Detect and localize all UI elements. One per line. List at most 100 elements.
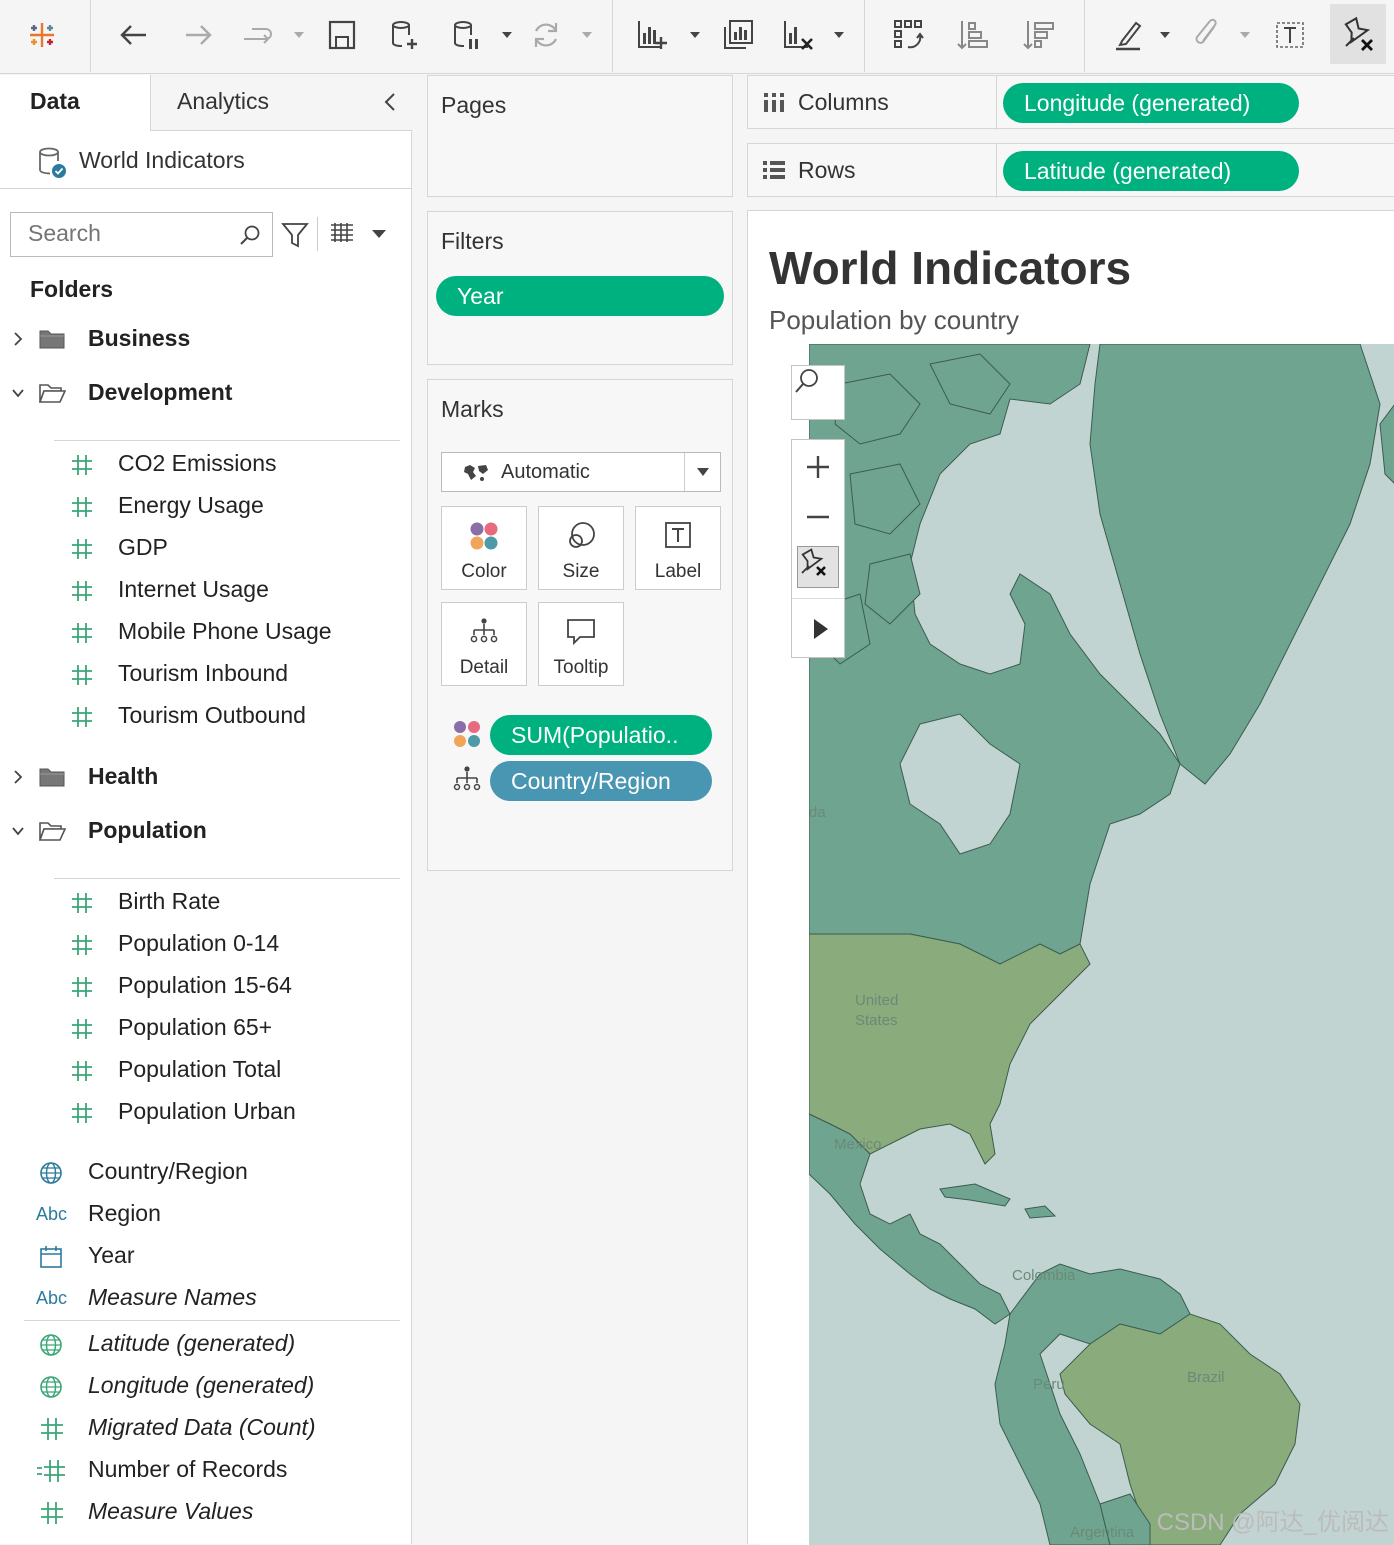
field-label: Birth Rate [118, 888, 221, 914]
field-population-15-64[interactable]: Population 15-64 [0, 966, 412, 1006]
field-birth-rate[interactable]: Birth Rate [0, 882, 412, 922]
abc-icon: Abc [36, 1288, 68, 1308]
field-population-0-14[interactable]: Population 0-14 [0, 924, 412, 964]
field-tourism-inbound[interactable]: Tourism Inbound [0, 654, 412, 694]
abc-icon: Abc [36, 1204, 68, 1224]
chevron-down-icon[interactable] [832, 28, 846, 42]
folder-development[interactable]: Development [0, 373, 412, 413]
search-field[interactable] [10, 212, 273, 257]
field-measure-values[interactable]: Measure Values [0, 1492, 412, 1532]
folder-population[interactable]: Population [0, 811, 412, 851]
worksheet-view: World Indicators Population by country U… [747, 210, 1394, 1545]
refresh-icon[interactable] [524, 10, 568, 60]
marks-label-button[interactable]: Label [635, 506, 721, 590]
redo-icon[interactable] [176, 10, 220, 60]
field-population-total[interactable]: Population Total [0, 1050, 412, 1090]
field-year[interactable]: Year [0, 1236, 412, 1276]
marks-color-button[interactable]: Color [441, 506, 527, 590]
columns-shelf[interactable]: Columns Longitude (generated) [747, 75, 1394, 130]
pages-card[interactable]: Pages [427, 75, 733, 197]
unpin-map-button[interactable] [797, 546, 839, 588]
chevron-down-icon[interactable] [580, 28, 594, 42]
chevron-down-icon[interactable] [500, 28, 514, 42]
search-input[interactable] [11, 213, 221, 253]
marks-field-sum-population[interactable]: SUM(Populatio.. [490, 715, 712, 755]
chevron-down-icon[interactable] [370, 227, 388, 241]
hash-icon [72, 935, 92, 955]
color-icon [454, 721, 480, 747]
pause-datasource-icon[interactable] [444, 10, 488, 60]
field-population-65-plus[interactable]: Population 65+ [0, 1008, 412, 1048]
field-label: Latitude (generated) [88, 1330, 296, 1356]
folder-business[interactable]: Business [0, 319, 412, 359]
field-label: Internet Usage [118, 576, 269, 602]
new-worksheet-icon[interactable] [630, 10, 674, 60]
rows-pill-latitude[interactable]: Latitude (generated) [1003, 151, 1299, 191]
columns-pill-longitude[interactable]: Longitude (generated) [1003, 83, 1299, 123]
marks-size-button[interactable]: Size [538, 506, 624, 590]
map-view[interactable]: United States Mexico Colombia Peru Brazi… [760, 344, 1394, 1545]
mark-type-dropdown[interactable]: Automatic [441, 452, 721, 492]
clear-sheet-icon[interactable] [776, 10, 820, 60]
duplicate-sheet-icon[interactable] [716, 10, 760, 60]
sort-descending-icon[interactable] [1016, 10, 1060, 60]
field-mobile-phone-usage[interactable]: Mobile Phone Usage [0, 612, 412, 652]
folder-health[interactable]: Health [0, 757, 412, 797]
folder-label: Business [88, 325, 191, 351]
filter-icon[interactable] [281, 221, 309, 249]
rows-shelf[interactable]: Rows Latitude (generated) [747, 143, 1394, 198]
field-gdp[interactable]: GDP [0, 528, 412, 568]
chevron-down-icon[interactable] [695, 466, 711, 478]
show-mark-labels-icon[interactable] [1268, 10, 1312, 60]
field-population-urban[interactable]: Population Urban [0, 1092, 412, 1132]
save-icon[interactable] [320, 10, 364, 60]
rows-icon [763, 161, 785, 179]
marks-tooltip-button[interactable]: Tooltip [538, 602, 624, 686]
swap-rows-columns-icon[interactable] [886, 10, 930, 60]
search-icon[interactable] [238, 223, 262, 247]
chevron-down-icon[interactable] [292, 28, 306, 42]
field-internet-usage[interactable]: Internet Usage [0, 570, 412, 610]
tab-analytics[interactable]: Analytics [150, 75, 412, 131]
field-co2-emissions[interactable]: CO2 Emissions [0, 444, 412, 484]
field-longitude-generated[interactable]: Longitude (generated) [0, 1366, 412, 1406]
marks-field-country-region[interactable]: Country/Region [490, 761, 712, 801]
sort-ascending-icon[interactable] [950, 10, 994, 60]
chevron-left-icon[interactable] [380, 90, 400, 114]
field-tourism-outbound[interactable]: Tourism Outbound [0, 696, 412, 736]
chevron-right-icon[interactable] [10, 330, 26, 348]
marks-detail-button[interactable]: Detail [441, 602, 527, 686]
unpin-map-icon[interactable] [1330, 4, 1386, 64]
field-latitude-generated[interactable]: Latitude (generated) [0, 1324, 412, 1364]
field-number-of-records[interactable]: Number of Records [0, 1450, 412, 1490]
view-data-icon[interactable] [328, 221, 356, 247]
field-country-region[interactable]: Country/Region [0, 1152, 412, 1192]
field-region[interactable]: Abc Region [0, 1194, 412, 1234]
field-energy-usage[interactable]: Energy Usage [0, 486, 412, 526]
chevron-down-icon[interactable] [1158, 28, 1172, 42]
globe-icon [40, 1376, 62, 1398]
highlight-icon[interactable] [1106, 10, 1150, 60]
new-datasource-icon[interactable] [382, 10, 426, 60]
tableau-logo-icon[interactable] [20, 10, 64, 60]
map-search-button[interactable] [791, 365, 845, 420]
map-label-canada: da [809, 804, 826, 821]
folder-open-icon [38, 822, 66, 841]
group-members-icon[interactable] [1186, 10, 1230, 60]
filter-pill-year[interactable]: Year [436, 276, 724, 316]
toolbar [0, 0, 1394, 74]
field-migrated-data-count[interactable]: Migrated Data (Count) [0, 1408, 412, 1448]
chevron-down-icon[interactable] [688, 28, 702, 42]
datasource-row[interactable]: World Indicators [0, 131, 412, 189]
chevron-down-icon[interactable] [10, 384, 26, 402]
filters-card[interactable]: Filters Year [427, 211, 733, 365]
tab-data[interactable]: Data [0, 75, 150, 131]
field-label: Population Total [118, 1056, 282, 1082]
hash-icon [72, 539, 92, 559]
field-measure-names[interactable]: Abc Measure Names [0, 1278, 412, 1318]
chevron-down-icon[interactable] [10, 822, 26, 840]
undo-icon[interactable] [112, 10, 156, 60]
chevron-down-icon[interactable] [1238, 28, 1252, 42]
chevron-right-icon[interactable] [10, 768, 26, 786]
replay-icon[interactable] [236, 10, 280, 60]
